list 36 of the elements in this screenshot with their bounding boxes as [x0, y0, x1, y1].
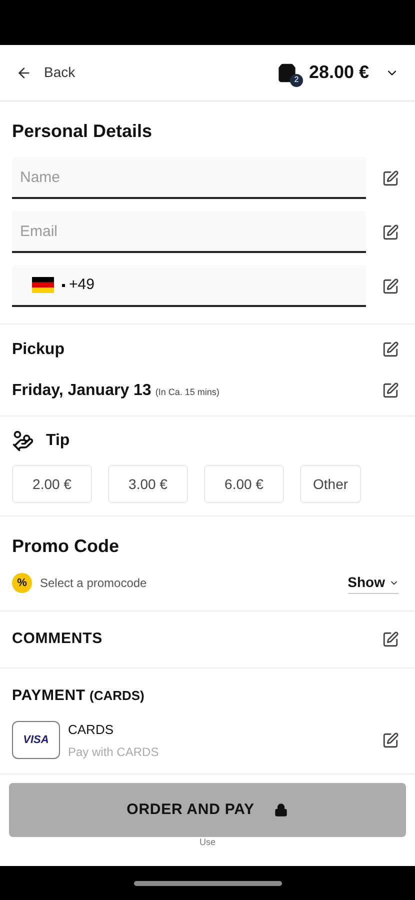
section-title: Promo Code: [12, 535, 120, 558]
section-title: Pickup: [12, 340, 64, 360]
tip-option[interactable]: Other: [300, 465, 362, 503]
edit-icon: [382, 341, 399, 358]
section-title: COMMENTS: [12, 629, 102, 650]
pickup-date: Friday, January 13: [12, 380, 152, 400]
edit-icon: [382, 732, 399, 749]
section-title: Tip: [46, 431, 70, 451]
section-title: Personal Details: [12, 120, 154, 143]
edit-icon: [382, 224, 399, 240]
pickup-eta: (In Ca. 15 mins): [155, 386, 220, 399]
input-field[interactable]: Email: [12, 211, 366, 253]
germany-flag-icon: [32, 277, 54, 293]
edit-icon: [382, 170, 399, 186]
section-title: PAYMENT: [12, 686, 86, 706]
section-subtitle: (CARDS): [89, 687, 144, 705]
payment-subtitle: Pay with CARDS: [68, 744, 159, 761]
back-button[interactable]: Back: [16, 62, 76, 83]
tip-option[interactable]: 3.00 €: [108, 465, 188, 503]
lock-icon: [274, 803, 288, 817]
cart-total: 28.00 €: [308, 61, 369, 84]
show-button[interactable]: Show: [348, 572, 399, 594]
payment-method: CARDS: [68, 720, 115, 738]
promo-hint: Select a promocode: [40, 575, 147, 592]
tip-option[interactable]: 6.00 €: [204, 465, 284, 503]
phone-field[interactable]: +49: [12, 265, 366, 307]
input-field[interactable]: Name: [12, 157, 366, 199]
card-logo: VISA: [12, 721, 60, 760]
percent-badge: %: [12, 573, 32, 593]
phone-prefix: +49: [69, 274, 94, 295]
edit-icon: [382, 382, 399, 399]
tip-option[interactable]: 2.00 €: [12, 465, 92, 503]
footer-text: Use: [199, 838, 216, 847]
tip-hand-icon: [12, 430, 34, 452]
edit-icon: [382, 278, 399, 294]
edit-icon: [382, 631, 399, 648]
